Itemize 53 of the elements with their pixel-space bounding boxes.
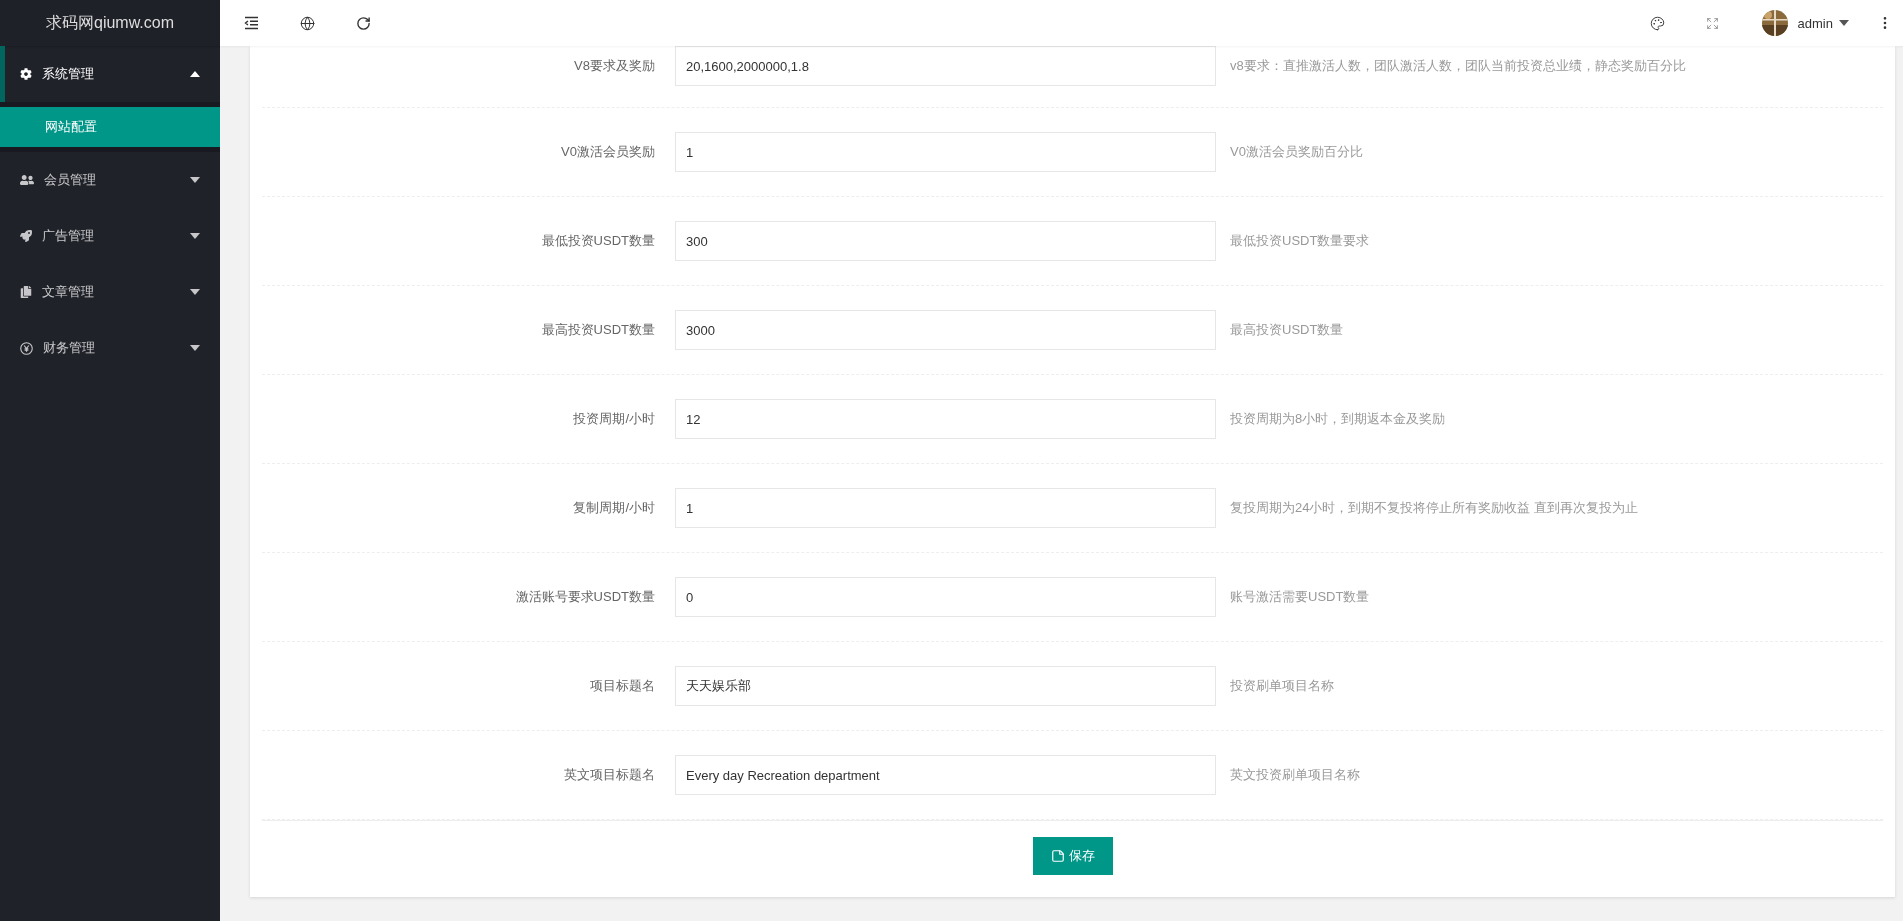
field-hint: V0激活会员奖励百分比 bbox=[1230, 143, 1363, 161]
sidebar-item[interactable]: 广告管理 bbox=[0, 208, 220, 264]
field-label: 项目标题名 bbox=[589, 677, 656, 695]
input-field[interactable]: 天天娱乐部 bbox=[675, 666, 1216, 706]
field-hint: 最低投资USDT数量要求 bbox=[1230, 232, 1370, 250]
documents-icon bbox=[20, 286, 32, 298]
caret-icon bbox=[190, 289, 200, 295]
caret-icon bbox=[190, 71, 200, 77]
field-label: V8要求及奖励 bbox=[573, 57, 656, 75]
field-hint: 英文投资刷单项目名称 bbox=[1230, 766, 1360, 784]
input-field[interactable]: 1 bbox=[675, 132, 1216, 172]
input-field[interactable]: 0 bbox=[675, 577, 1216, 617]
input-field[interactable]: 1 bbox=[675, 488, 1216, 528]
field-label: 激活账号要求USDT数量 bbox=[514, 588, 656, 606]
sidebar-item[interactable]: 会员管理 bbox=[0, 152, 220, 208]
sidebar-item[interactable]: 文章管理 bbox=[0, 264, 220, 320]
input-field[interactable]: 300 bbox=[675, 221, 1216, 261]
globe-icon[interactable] bbox=[300, 15, 315, 31]
field-hint: 投资刷单项目名称 bbox=[1230, 677, 1334, 695]
field-label: 英文项目标题名 bbox=[563, 766, 656, 784]
field-hint: 账号激活需要USDT数量 bbox=[1230, 588, 1370, 606]
fullscreen-icon[interactable] bbox=[1705, 16, 1719, 30]
field-label: 最低投资USDT数量 bbox=[540, 232, 656, 250]
collapse-menu-icon[interactable] bbox=[244, 16, 259, 30]
note-icon bbox=[1050, 849, 1065, 863]
refresh-icon[interactable] bbox=[356, 15, 371, 31]
user-name[interactable]: admin bbox=[1797, 15, 1833, 31]
caret-icon bbox=[1839, 20, 1849, 26]
sidebar-subitem[interactable]: 网站配置 bbox=[0, 107, 220, 147]
field-hint: 最高投资USDT数量 bbox=[1230, 321, 1344, 339]
input-field[interactable]: 20,1600,2000000,1.8 bbox=[675, 46, 1216, 86]
gear-icon bbox=[20, 68, 32, 80]
field-label: 复制周期/小时 bbox=[572, 499, 656, 517]
avatar bbox=[1761, 10, 1788, 36]
input-field[interactable]: 12 bbox=[675, 399, 1216, 439]
caret-icon bbox=[190, 177, 200, 183]
rocket-icon bbox=[20, 230, 32, 242]
palette-icon[interactable] bbox=[1649, 15, 1665, 31]
field-label: 投资周期/小时 bbox=[572, 410, 656, 428]
caret-icon bbox=[190, 233, 200, 239]
caret-icon bbox=[190, 345, 200, 351]
field-label: 最高投资USDT数量 bbox=[540, 321, 656, 339]
site-logo[interactable]: 求码网qiumw.com bbox=[0, 0, 220, 46]
save-button[interactable]: 保存 bbox=[1032, 837, 1113, 875]
sidebar-item[interactable]: 财务管理 bbox=[0, 320, 220, 376]
input-field[interactable]: 3000 bbox=[675, 310, 1216, 350]
field-label: V0激活会员奖励 bbox=[560, 143, 656, 161]
field-hint: 投资周期为8小时，到期返本金及奖励 bbox=[1230, 410, 1446, 428]
input-field[interactable]: Every day Recreation department bbox=[675, 755, 1216, 795]
yen-icon bbox=[20, 341, 33, 355]
field-hint: v8要求：直推激活人数，团队激活人数，团队当前投资总业绩，静态奖励百分比 bbox=[1230, 57, 1686, 75]
field-hint: 复投周期为24小时，到期不复投将停止所有奖励收益 直到再次复投为止 bbox=[1230, 499, 1639, 517]
users-icon bbox=[20, 173, 34, 187]
